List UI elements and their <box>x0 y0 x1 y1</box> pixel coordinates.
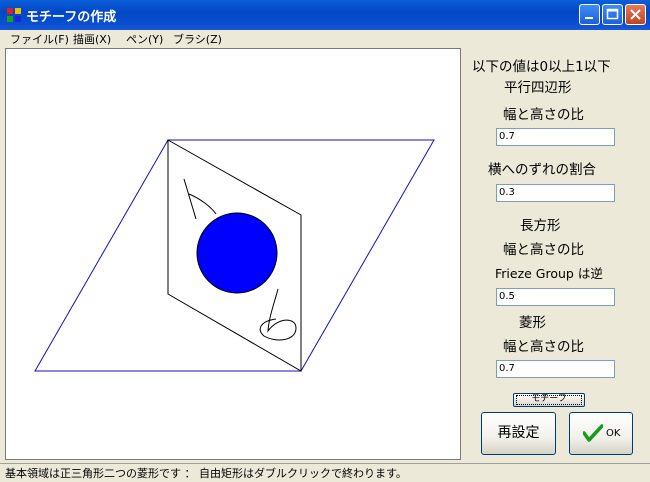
menu-pen[interactable]: ペン(Y) <box>126 31 163 47</box>
range-header: 以下の値は0以上1以下 <box>472 59 611 75</box>
status-divider <box>0 463 650 464</box>
status-text: 基本領域は正三角形二つの菱形です ： 自由矩形はダブルクリックで終わります。 <box>5 467 407 480</box>
ok-button-label: OK <box>606 428 621 439</box>
drawing-canvas[interactable] <box>5 48 461 460</box>
window-title: モチーフの作成 <box>26 10 117 25</box>
parallelogram-ratio-label: 幅と高さの比 <box>503 107 584 123</box>
menu-file[interactable]: ファイル(F) <box>10 31 69 47</box>
app-icon <box>7 8 21 22</box>
cross-stroke-2 <box>188 193 217 215</box>
menu-draw[interactable]: 描画(X) <box>73 31 111 47</box>
parallelogram-ratio-input[interactable]: 0.7 <box>496 128 615 146</box>
menu-bar: ファイル(F) 描画(X) ペン(Y) ブラシ(Z) <box>0 30 650 46</box>
maximize-button[interactable] <box>602 4 623 25</box>
blue-circle <box>196 212 278 294</box>
shift-label: 横へのずれの割合 <box>488 162 596 178</box>
ok-button[interactable]: OK <box>569 412 633 455</box>
menu-brush[interactable]: ブラシ(Z) <box>173 31 222 47</box>
motif-button[interactable]: モチーフ <box>513 393 585 407</box>
minimize-button[interactable] <box>579 4 600 25</box>
rectangle-title: 長方形 <box>520 218 561 234</box>
parallelogram-title: 平行四辺形 <box>504 80 572 96</box>
motif-drawing[interactable] <box>6 49 460 459</box>
close-button[interactable] <box>625 4 646 25</box>
shift-ratio-input[interactable]: 0.3 <box>496 184 615 202</box>
rectangle-ratio-input[interactable]: 0.5 <box>496 288 615 306</box>
parameter-panel: 以下の値は0以上1以下 平行四辺形 幅と高さの比 0.7 横へのずれの割合 0.… <box>466 48 650 460</box>
d-stroke <box>259 288 297 341</box>
title-bar[interactable]: モチーフの作成 <box>0 0 650 30</box>
app-window: モチーフの作成 ファイル(F) 描画(X) ペン(Y) ブラシ(Z) 以下の値は… <box>0 0 650 482</box>
checkmark-icon <box>583 424 603 442</box>
frieze-group-label: Frieze Group は逆 <box>495 266 603 281</box>
rectangle-ratio-label: 幅と高さの比 <box>503 242 584 258</box>
rhombus-ratio-input[interactable]: 0.7 <box>496 360 615 378</box>
rhombus-title: 菱形 <box>519 315 546 331</box>
status-bar: 基本領域は正三角形二つの菱形です ： 自由矩形はダブルクリックで終わります。 <box>0 463 650 482</box>
cross-stroke-1 <box>183 178 197 220</box>
focus-rect <box>516 395 582 405</box>
reset-button[interactable]: 再設定 <box>481 412 556 455</box>
rhombus-ratio-label: 幅と高さの比 <box>503 339 584 355</box>
